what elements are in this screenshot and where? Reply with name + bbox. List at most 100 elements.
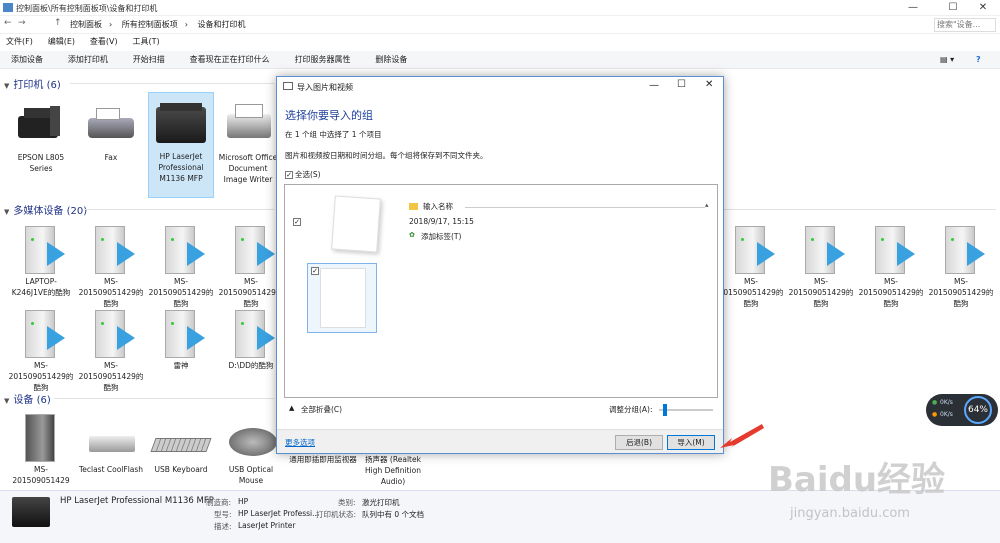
media-server-icon — [19, 306, 65, 360]
photo-thumbnail — [320, 268, 366, 328]
dialog-close-button[interactable]: ✕ — [705, 79, 713, 90]
device-label: MS-201509051429的酷狗 — [8, 361, 74, 392]
device-label: 通用即插即用监视器 — [289, 455, 357, 464]
media-device[interactable]: MS-201509051429的酷狗 — [718, 222, 784, 309]
category-key: 类别: — [338, 498, 356, 507]
menu-file[interactable]: 文件(F) — [6, 37, 33, 46]
keyboard-icon — [150, 410, 212, 464]
select-all-checkbox[interactable]: ✓ 全选(S) — [285, 169, 321, 180]
add-printer-button[interactable]: 添加打印机 — [68, 51, 108, 69]
collapse-all-link[interactable]: 全部折叠(C) — [301, 404, 342, 415]
dialog-title: 导入图片和视频 — [297, 83, 353, 92]
breadcrumb[interactable]: 控制面板 › 所有控制面板项 › 设备和打印机 — [70, 19, 253, 30]
close-button[interactable]: ✕ — [968, 0, 998, 16]
network-gauge-widget[interactable]: ● 0K/s ● 0K/s 64% — [926, 394, 998, 426]
media-device[interactable]: MS-201509051429的酷狗 — [8, 306, 74, 393]
section-printers[interactable]: ▼ 打印机 (6) — [4, 76, 61, 91]
back-button[interactable]: ← — [4, 18, 12, 28]
adjust-groups-label: 调整分组(A): — [609, 405, 653, 414]
back-button[interactable]: 后退(B) — [615, 435, 663, 450]
device-teclast[interactable]: Teclast CoolFlash — [78, 410, 144, 475]
search-input[interactable]: 搜索"设备... — [934, 18, 996, 32]
usb-drive-icon — [89, 410, 135, 464]
media-device[interactable]: D:\DD的酷狗 — [218, 306, 284, 371]
see-printing-button[interactable]: 查看现在正在打印什么 — [190, 51, 270, 69]
menu-edit[interactable]: 编辑(E) — [48, 37, 75, 46]
photo-item[interactable]: ✓ — [307, 263, 377, 333]
upload-icon: ● — [932, 399, 938, 406]
title-bar: 控制面板\所有控制面板项\设备和打印机 — ☐ ✕ — [0, 0, 1000, 16]
device-speaker[interactable]: 扬声器 (Realtek High Definition Audio) — [358, 454, 428, 487]
media-device[interactable]: MS-201509051429的酷狗 — [78, 222, 144, 309]
print-server-props-button[interactable]: 打印服务器属性 — [295, 51, 351, 69]
group-name-input[interactable]: 输入名称 — [423, 201, 453, 212]
device-label: MS-201509051429的酷狗 — [928, 277, 994, 308]
watermark-url: jingyan.baidu.com — [790, 506, 910, 521]
device-epson[interactable]: EPSON L805 Series — [8, 100, 74, 174]
start-scan-button[interactable]: 开始扫描 — [133, 51, 165, 69]
menu-tools[interactable]: 工具(T) — [132, 37, 159, 46]
printer-icon — [152, 99, 210, 145]
select-all-label: 全选(S) — [295, 170, 321, 179]
menu-view[interactable]: 查看(V) — [90, 37, 118, 46]
photo-checkbox[interactable]: ✓ — [311, 267, 319, 275]
tag-icon: ✿ — [409, 231, 415, 239]
grouping-info: 图片和视频按日期和时间分组。每个组将保存到不同文件夹。 — [285, 151, 488, 160]
collapse-group-icon[interactable]: ▴ — [705, 201, 709, 209]
media-device[interactable]: LAPTOP-K246J1VE的酷狗 — [8, 222, 74, 298]
printer-icon — [219, 100, 277, 146]
import-button[interactable]: 导入(M) — [667, 435, 715, 450]
device-label: D:\DD的酷狗 — [228, 361, 274, 370]
media-device[interactable]: MS-201509051429的酷狗 — [218, 222, 284, 309]
device-keyboard[interactable]: USB Keyboard — [148, 410, 214, 475]
collapse-all-icon: ▲ — [289, 404, 295, 412]
dialog-minimize-button[interactable]: — — [649, 80, 659, 91]
device-mouse[interactable]: USB Optical Mouse — [218, 410, 284, 486]
media-server-icon — [89, 222, 135, 276]
up-button[interactable]: ↑ — [54, 18, 62, 28]
section-multimedia[interactable]: ▼ 多媒体设备 (20) — [4, 202, 87, 217]
selected-device-name: HP LaserJet Professional M1136 MFP — [60, 496, 214, 506]
minimize-button[interactable]: — — [898, 0, 928, 16]
section-printers-label: 打印机 (6) — [13, 80, 61, 91]
device-fax[interactable]: Fax — [78, 100, 144, 163]
crumb-all-items[interactable]: 所有控制面板项 — [122, 20, 178, 29]
media-device[interactable]: MS-201509051429的酷狗 — [858, 222, 924, 309]
annotation-arrow — [720, 424, 764, 448]
folder-icon — [409, 203, 418, 210]
add-tag-link[interactable]: 添加标签(T) — [421, 231, 461, 242]
add-device-button[interactable]: 添加设备 — [11, 51, 43, 69]
forward-button[interactable]: → — [18, 18, 26, 28]
crumb-control-panel[interactable]: 控制面板 — [70, 20, 102, 29]
media-server-icon — [869, 222, 915, 276]
media-device[interactable]: MS-201509051429的酷狗 — [78, 306, 144, 393]
media-device[interactable]: MS-201509051429的酷狗 — [148, 222, 214, 309]
device-label: MS-201509051429的酷狗 — [78, 277, 144, 308]
group-list: ✓ 输入名称 ▴ 2018/9/17, 15:15 ✿ 添加标签(T) ✓ — [284, 184, 718, 398]
view-options-icon[interactable]: ▤ ▾ — [940, 51, 954, 69]
media-server-icon — [229, 306, 275, 360]
more-options-link[interactable]: 更多选项 — [285, 437, 315, 448]
maximize-button[interactable]: ☐ — [938, 0, 968, 16]
media-device[interactable]: MS-201509051429的酷狗 — [928, 222, 994, 309]
device-computer[interactable]: MS-201509051429 — [8, 410, 74, 486]
device-label: HP LaserJet Professional M1136 MFP — [158, 152, 204, 183]
media-device[interactable]: MS-201509051429的酷狗 — [788, 222, 854, 309]
dialog-footer: 更多选项 后退(B) 导入(M) — [277, 429, 723, 453]
model-key: 型号: — [214, 510, 232, 519]
device-label: Teclast CoolFlash — [78, 465, 144, 474]
address-bar: ← → ↑ 控制面板 › 所有控制面板项 › 设备和打印机 搜索"设备... — [0, 16, 1000, 34]
remove-device-button[interactable]: 删除设备 — [375, 51, 407, 69]
help-icon[interactable]: ? — [976, 51, 981, 69]
device-hp-laserjet[interactable]: HP LaserJet Professional M1136 MFP — [148, 92, 214, 198]
section-devices[interactable]: ▼ 设备 (6) — [4, 391, 51, 406]
media-server-icon — [939, 222, 985, 276]
device-ms-office-writer[interactable]: Microsoft Office Document Image Writer — [218, 100, 278, 185]
crumb-devices-printers[interactable]: 设备和打印机 — [198, 20, 246, 29]
media-device[interactable]: 雷神 — [148, 306, 214, 371]
group-checkbox[interactable]: ✓ — [293, 218, 301, 226]
manufacturer-key: 制造商: — [206, 498, 232, 507]
device-monitor[interactable]: 通用即插即用监视器 — [288, 454, 358, 465]
slider-thumb[interactable] — [663, 404, 668, 416]
dialog-maximize-button[interactable]: ☐ — [677, 79, 686, 90]
